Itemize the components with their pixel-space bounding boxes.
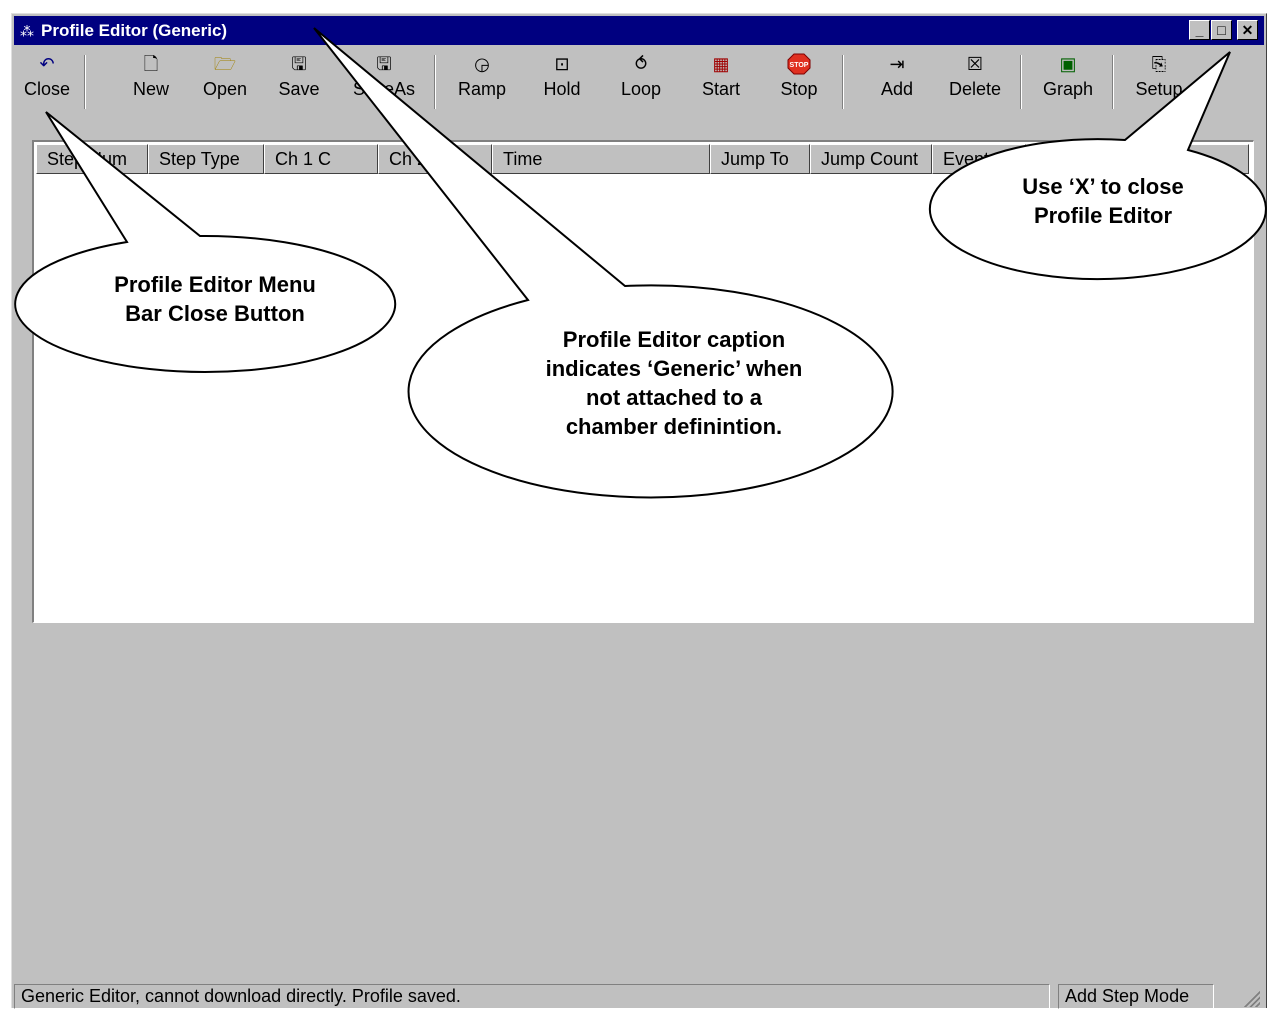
callout-overlay — [14, 27, 1267, 499]
callout-close-line: Bar Close Button — [125, 301, 305, 326]
callout-close-text: Profile Editor Menu Bar Close Button — [70, 270, 360, 328]
callout-x-line: Profile Editor — [1033, 203, 1173, 228]
callout-caption-text: Profile Editor caption indicates ‘Generi… — [494, 325, 854, 441]
callout-caption-line: indicates ‘Generic’ when — [545, 356, 803, 381]
callout-bubble-close — [14, 111, 397, 373]
callout-caption-line: not attached to a — [585, 385, 762, 410]
callout-bubble-x — [928, 51, 1267, 281]
callout-x-text: Use ‘X’ to close Profile Editor — [983, 172, 1223, 230]
callout-caption-line: chamber definintion. — [565, 414, 783, 439]
callout-x-line: Use ‘X’ to close — [1022, 174, 1184, 199]
callout-caption-line: Profile Editor caption — [562, 327, 786, 352]
callout-close-line: Profile Editor Menu — [114, 272, 316, 297]
